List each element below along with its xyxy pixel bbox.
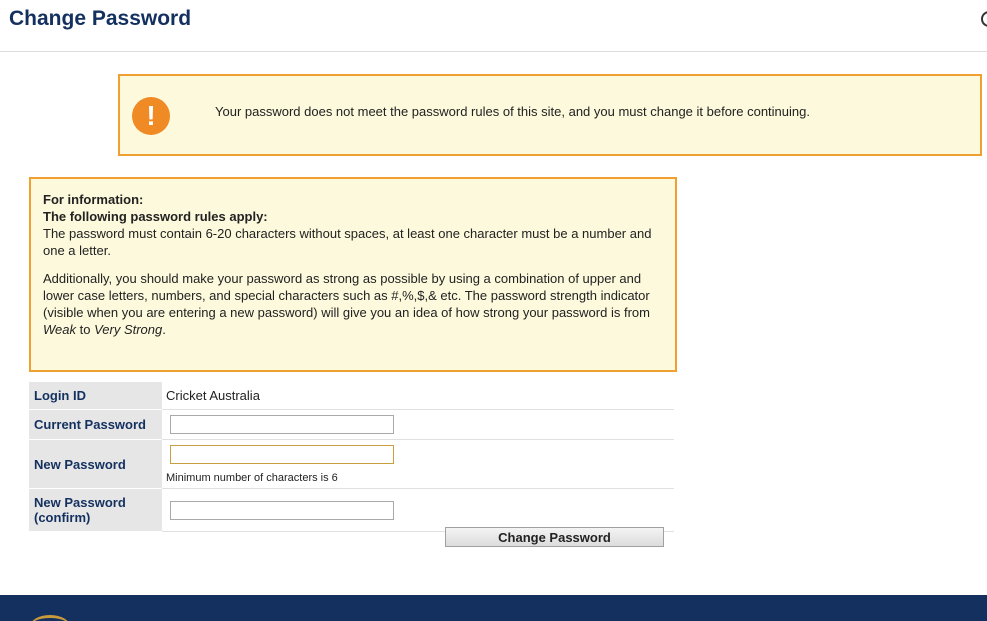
password-form-table: Login ID Cricket Australia Current Passw… (29, 382, 674, 532)
header: Change Password (0, 0, 987, 52)
page-title: Change Password (9, 7, 192, 30)
new-password-input[interactable] (170, 444, 394, 464)
very-strong-label: Very Strong (94, 322, 163, 337)
current-password-label: Current Password (29, 409, 162, 440)
new-password-hint: Minimum number of characters is 6 (166, 471, 338, 484)
new-password-label: New Password (29, 439, 162, 489)
rule-text: The password must contain 6-20 character… (43, 226, 652, 258)
to-word: to (76, 322, 95, 337)
login-id-label: Login ID (29, 382, 162, 410)
additional-text: Additionally, you should make your passw… (43, 270, 663, 338)
weak-label: Weak (43, 322, 76, 337)
footer (0, 595, 987, 621)
login-id-value: Cricket Australia (162, 382, 674, 410)
login-id-row: Login ID Cricket Australia (29, 382, 674, 410)
rules-heading: The following password rules apply: (43, 209, 268, 224)
partial-icon (981, 11, 987, 27)
confirm-password-row: New Password (confirm) (29, 488, 674, 532)
info-heading: For information: (43, 192, 144, 207)
warning-box: ! Your password does not meet the passwo… (118, 74, 982, 156)
new-password-row: New Password Minimum number of character… (29, 439, 674, 489)
info-box: For information: The following password … (29, 177, 677, 372)
current-password-input[interactable] (170, 415, 394, 434)
additional-start: Additionally, you should make your passw… (43, 271, 650, 320)
end-period: . (162, 322, 166, 337)
warning-message: Your password does not meet the password… (215, 104, 810, 119)
confirm-password-input[interactable] (170, 500, 394, 520)
exclamation-icon: ! (132, 97, 170, 135)
page: Change Password ! Your password does not… (0, 0, 987, 621)
current-password-row: Current Password (29, 409, 674, 440)
change-password-button[interactable]: Change Password (445, 527, 664, 547)
logo-icon (30, 615, 70, 621)
confirm-password-label: New Password (confirm) (29, 488, 162, 532)
